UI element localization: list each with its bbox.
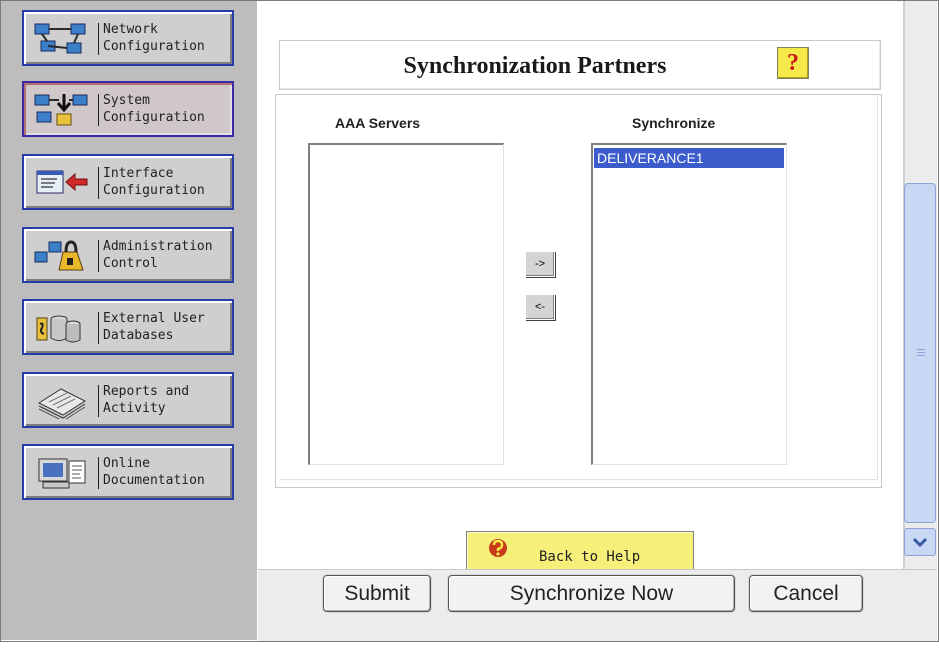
cancel-button[interactable]: Cancel — [749, 575, 863, 612]
sync-panel: AAA Servers -> <- Synchronize DELIVERANC… — [275, 94, 882, 488]
nav-label: Online Documentation — [103, 456, 205, 488]
interface-icon — [36, 170, 88, 194]
nav-separator — [98, 312, 99, 344]
page-title: Synchronization Partners — [403, 53, 667, 79]
help-icon[interactable]: ? — [777, 47, 809, 79]
scrollbar-grip-icon — [917, 349, 925, 358]
chevron-down-icon — [912, 537, 928, 548]
nav-label: Administration Control — [103, 239, 213, 271]
panel-inner: AAA Servers -> <- Synchronize DELIVERANC… — [280, 95, 878, 480]
main-content: Synchronization Partners ? AAA Servers -… — [258, 1, 903, 569]
nav-administration-control[interactable]: Administration Control — [22, 227, 234, 283]
nav-interface-configuration[interactable]: Interface Configuration — [22, 154, 234, 210]
aaa-servers-listbox[interactable] — [308, 143, 504, 465]
nav-separator — [98, 23, 99, 55]
nav-separator — [98, 385, 99, 417]
vertical-scrollbar[interactable] — [903, 1, 937, 569]
back-to-help-label: Back to Help — [539, 549, 641, 565]
nav-label: Reports and Activity — [103, 384, 190, 416]
administration-icon — [34, 240, 84, 271]
nav-system-configuration[interactable]: System Configuration — [22, 81, 234, 137]
nav-separator — [98, 94, 99, 126]
scrollbar-thumb[interactable] — [904, 183, 936, 523]
synchronize-header: Synchronize — [632, 115, 716, 131]
nav-label: Interface Configuration — [103, 166, 205, 198]
reports-icon — [37, 388, 87, 419]
synchronize-list-item[interactable]: DELIVERANCE1 — [594, 148, 784, 168]
nav-separator — [98, 457, 99, 489]
help-question-icon — [489, 539, 507, 557]
synchronize-now-button[interactable]: Synchronize Now — [448, 575, 735, 612]
documentation-icon — [38, 458, 86, 489]
synchronize-listbox[interactable]: DELIVERANCE1 — [591, 143, 787, 465]
aaa-servers-header: AAA Servers — [335, 115, 421, 131]
scroll-down-button[interactable] — [904, 528, 936, 556]
title-bar: Synchronization Partners ? — [279, 40, 881, 90]
nav-network-configuration[interactable]: Network Configuration — [22, 10, 234, 66]
nav-external-user-databases[interactable]: External User Databases — [22, 299, 234, 355]
move-left-button[interactable]: <- — [525, 294, 555, 320]
nav-separator — [98, 167, 99, 199]
nav-label: System Configuration — [103, 93, 205, 125]
nav-reports-and-activity[interactable]: Reports and Activity — [22, 372, 234, 428]
submit-button[interactable]: Submit — [323, 575, 431, 612]
nav-label: External User Databases — [103, 311, 205, 343]
move-right-button[interactable]: -> — [525, 251, 555, 277]
nav-separator — [98, 240, 99, 272]
left-navigation: Network Configuration System Configurati… — [1, 1, 257, 640]
system-icon — [34, 94, 88, 126]
nav-online-documentation[interactable]: Online Documentation — [22, 444, 234, 500]
back-to-help-button[interactable]: Back to Help — [466, 531, 694, 569]
button-bar: Submit Synchronize Now Cancel — [258, 569, 937, 641]
nav-label: Network Configuration — [103, 22, 205, 54]
database-icon — [36, 315, 81, 343]
network-icon — [34, 23, 86, 54]
